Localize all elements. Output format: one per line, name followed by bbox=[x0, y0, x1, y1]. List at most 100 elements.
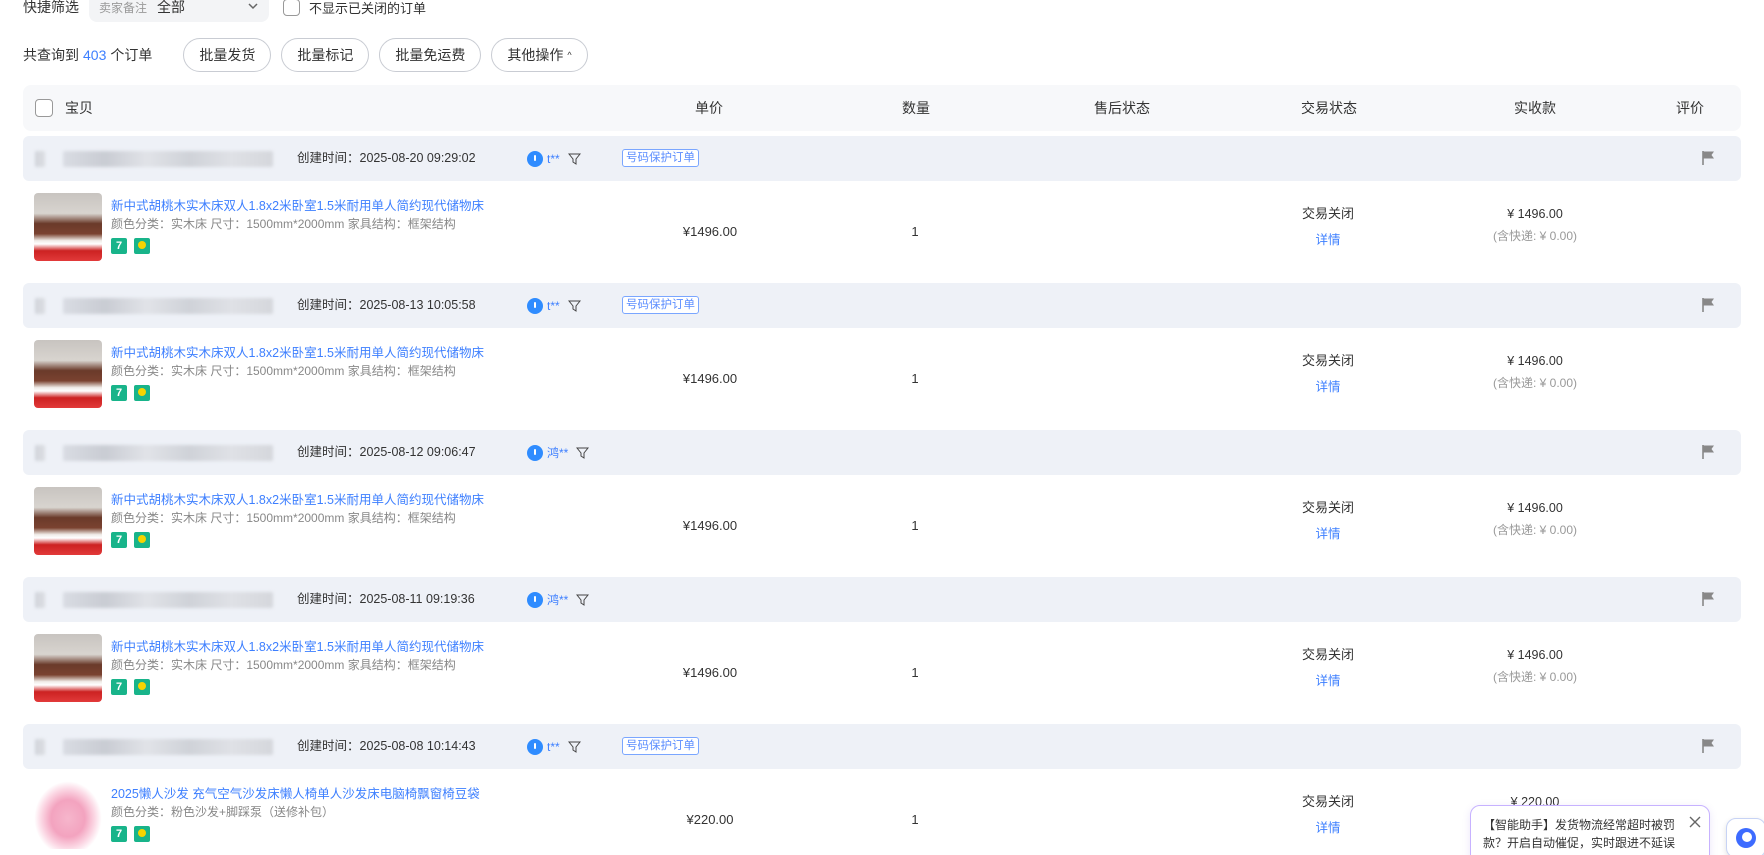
assistant-float-button[interactable] bbox=[1726, 818, 1764, 855]
protect-tag: 号码保护订单 bbox=[622, 737, 699, 755]
flag-icon[interactable] bbox=[1701, 297, 1716, 313]
created-time: 创建时间：2025-08-12 09:06:47 bbox=[297, 445, 476, 459]
order-block: 创建时间：2025-08-12 09:06:47 鸿** 新中式胡桃木实木床双人… bbox=[0, 430, 1764, 577]
col-item: 宝贝 bbox=[65, 100, 93, 116]
detail-link[interactable]: 详情 bbox=[1290, 670, 1366, 689]
detail-link[interactable]: 详情 bbox=[1290, 817, 1366, 836]
count-prefix: 共查询到 bbox=[23, 47, 79, 63]
unit-price: ¥220.00 bbox=[686, 812, 734, 827]
seven-day-return-badge: 7 bbox=[111, 532, 127, 548]
product-title[interactable]: 新中式胡桃木实木床双人1.8x2米卧室1.5米耐用单人简约现代储物床 bbox=[111, 489, 484, 508]
unit-price: ¥1496.00 bbox=[682, 665, 738, 680]
count-suffix: 个订单 bbox=[110, 47, 153, 63]
buyer-info[interactable]: t** bbox=[527, 283, 581, 328]
product-image[interactable] bbox=[34, 193, 102, 261]
guarantee-icon bbox=[134, 238, 150, 254]
hide-closed-toggle[interactable]: 不显示已关闭的订单 bbox=[283, 0, 426, 17]
other-ops-label: 其他操作 bbox=[507, 47, 564, 63]
order-checkbox-blur bbox=[35, 592, 45, 608]
assistant-popup[interactable]: 【智能助手】发货物流经常超时被罚款？开启自动催促，实时跟进不延误 bbox=[1470, 805, 1710, 855]
batch-ship-button[interactable]: 批量发货 bbox=[183, 38, 272, 72]
product-title[interactable]: 新中式胡桃木实木床双人1.8x2米卧室1.5米耐用单人简约现代储物床 bbox=[111, 342, 484, 361]
order-head: 创建时间：2025-08-13 10:05:58 t** 号码保护订单 bbox=[23, 283, 1741, 328]
order-checkbox-blur bbox=[35, 151, 45, 167]
filter-icon[interactable] bbox=[567, 740, 581, 753]
order-id-blur bbox=[63, 592, 273, 608]
order-body: 新中式胡桃木实木床双人1.8x2米卧室1.5米耐用单人简约现代储物床 颜色分类：… bbox=[0, 181, 1764, 283]
order-head: 创建时间：2025-08-11 09:19:36 鸿** bbox=[23, 577, 1741, 622]
quantity: 1 bbox=[911, 371, 919, 386]
buyer-icon bbox=[527, 444, 543, 461]
order-head: 创建时间：2025-08-08 10:14:43 t** 号码保护订单 bbox=[23, 724, 1741, 769]
buyer-info[interactable]: 鸿** bbox=[527, 430, 590, 475]
order-block: 创建时间：2025-08-20 09:29:02 t** 号码保护订单 新中式胡… bbox=[0, 136, 1764, 283]
buyer-info[interactable]: t** bbox=[527, 724, 581, 769]
action-row: 共查询到 403 个订单 批量发货 批量标记 批量免运费 其他操作 ^ bbox=[23, 38, 588, 72]
table-header: 宝贝 单价 数量 售后状态 交易状态 实收款 评价 bbox=[23, 85, 1741, 131]
product-title[interactable]: 新中式胡桃木实木床双人1.8x2米卧室1.5米耐用单人简约现代储物床 bbox=[111, 636, 484, 655]
flag-icon[interactable] bbox=[1701, 150, 1716, 166]
filter-icon[interactable] bbox=[576, 446, 590, 459]
detail-link[interactable]: 详情 bbox=[1290, 376, 1366, 395]
seven-day-return-badge: 7 bbox=[111, 679, 127, 695]
order-id-blur bbox=[63, 151, 273, 167]
filter-row: 快捷筛选 卖家备注 全部 不显示已关闭的订单 bbox=[23, 0, 426, 22]
product-image[interactable] bbox=[34, 340, 102, 408]
col-paid: 实收款 bbox=[1514, 100, 1556, 116]
product-image[interactable] bbox=[34, 634, 102, 702]
created-time: 创建时间：2025-08-08 10:14:43 bbox=[297, 739, 476, 753]
select-value: 全部 bbox=[157, 0, 186, 15]
filter-icon[interactable] bbox=[567, 152, 581, 165]
flag-icon[interactable] bbox=[1701, 591, 1716, 607]
product-spec: 颜色分类：实木床 尺寸：1500mm*2000mm 家具结构：框架结构 bbox=[111, 217, 456, 231]
product-spec: 颜色分类：实木床 尺寸：1500mm*2000mm 家具结构：框架结构 bbox=[111, 658, 456, 672]
select-all-checkbox[interactable] bbox=[35, 99, 53, 117]
created-time: 创建时间：2025-08-20 09:29:02 bbox=[297, 151, 476, 165]
guarantee-icon bbox=[134, 826, 150, 842]
filter-icon[interactable] bbox=[567, 299, 581, 312]
quantity: 1 bbox=[911, 224, 919, 239]
product-title[interactable]: 新中式胡桃木实木床双人1.8x2米卧室1.5米耐用单人简约现代储物床 bbox=[111, 195, 484, 214]
guarantee-icon bbox=[134, 532, 150, 548]
protect-tag: 号码保护订单 bbox=[622, 296, 699, 314]
chevron-up-icon: ^ bbox=[567, 50, 572, 60]
assistant-icon bbox=[1736, 828, 1756, 848]
trade-status: 交易关闭 bbox=[1301, 500, 1354, 515]
buyer-icon bbox=[527, 738, 543, 755]
order-head: 创建时间：2025-08-12 09:06:47 鸿** bbox=[23, 430, 1741, 475]
col-rating: 评价 bbox=[1676, 100, 1704, 116]
order-body: 新中式胡桃木实木床双人1.8x2米卧室1.5米耐用单人简约现代储物床 颜色分类：… bbox=[0, 622, 1764, 724]
detail-link[interactable]: 详情 bbox=[1290, 523, 1366, 542]
order-checkbox-blur bbox=[35, 445, 45, 461]
trade-status: 交易关闭 bbox=[1301, 794, 1354, 809]
buyer-name[interactable]: 鸿** bbox=[547, 444, 568, 461]
hide-closed-checkbox[interactable] bbox=[283, 0, 300, 16]
buyer-name[interactable]: 鸿** bbox=[547, 591, 568, 608]
flag-icon[interactable] bbox=[1701, 444, 1716, 460]
buyer-info[interactable]: t** bbox=[527, 136, 581, 181]
buyer-info[interactable]: 鸿** bbox=[527, 577, 590, 622]
protect-tag: 号码保护订单 bbox=[622, 149, 699, 167]
buyer-icon bbox=[527, 297, 543, 314]
batch-mark-button[interactable]: 批量标记 bbox=[281, 38, 370, 72]
filter-icon[interactable] bbox=[576, 593, 590, 606]
col-after-sale: 售后状态 bbox=[1094, 100, 1150, 116]
shipping-fee: (含快递: ¥ 0.00) bbox=[1492, 670, 1578, 684]
batch-free-shipping-button[interactable]: 批量免运费 bbox=[379, 38, 482, 72]
col-quantity: 数量 bbox=[902, 100, 930, 116]
product-spec: 颜色分类：粉色沙发+脚踩泵（送修补包） bbox=[111, 805, 335, 819]
close-icon[interactable] bbox=[1689, 816, 1701, 828]
quantity: 1 bbox=[911, 518, 919, 533]
product-image[interactable] bbox=[34, 487, 102, 555]
seller-note-select[interactable]: 卖家备注 全部 bbox=[89, 0, 269, 22]
buyer-name[interactable]: t** bbox=[547, 299, 560, 313]
flag-icon[interactable] bbox=[1701, 738, 1716, 754]
buyer-name[interactable]: t** bbox=[547, 152, 560, 166]
buyer-name[interactable]: t** bbox=[547, 740, 560, 754]
col-trade-status: 交易状态 bbox=[1301, 100, 1357, 116]
product-title[interactable]: 2025懒人沙发 充气空气沙发床懒人椅单人沙发床电脑椅飘窗椅豆袋 bbox=[111, 783, 480, 802]
assistant-text: 【智能助手】发货物流经常超时被罚款？开启自动催促，实时跟进不延误 bbox=[1483, 818, 1676, 850]
detail-link[interactable]: 详情 bbox=[1290, 229, 1366, 248]
other-ops-button[interactable]: 其他操作 ^ bbox=[491, 38, 588, 72]
product-image[interactable] bbox=[34, 781, 102, 849]
